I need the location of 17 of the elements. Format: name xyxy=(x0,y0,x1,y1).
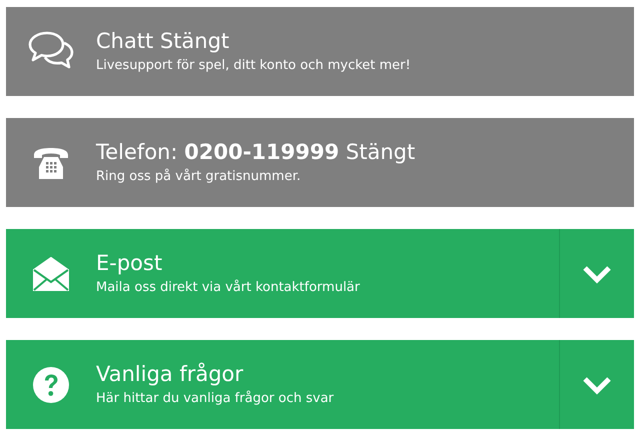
chevron-icon xyxy=(582,264,612,284)
panel-title: Vanliga frågor xyxy=(96,360,244,387)
panel-title: E-post xyxy=(96,250,164,276)
panel-subtitle: Ring oss på vårt gratisnummer. xyxy=(96,168,302,186)
panel-subtitle: Maila oss direkt via vårt kontaktformulär xyxy=(96,278,361,297)
panel-subtitle: Här hittar du vanliga frågor och svar xyxy=(96,390,335,408)
telephone-icon xyxy=(32,146,70,180)
contact-panel[interactable]: Telefon: 0200-119999 Stängt Ring oss på vårt gratisnummer. xyxy=(6,118,634,207)
panel-title: Telefon: 0200-119999 Stängt xyxy=(96,138,416,165)
question-icon xyxy=(32,366,70,404)
envelope-icon xyxy=(33,256,69,290)
panel-title: Chatt Stängt xyxy=(96,28,230,54)
panel-subtitle: Livesupport för spel, ditt konto och mycket mer! xyxy=(96,56,412,75)
chevron-icon xyxy=(582,374,612,394)
contact-panel[interactable]: E-post Maila oss direkt via vårt kontaktformulär xyxy=(6,229,634,318)
contact-panel[interactable]: Chatt Stängt Livesupport för spel, ditt konto och mycket mer! xyxy=(6,7,634,96)
contact-panel[interactable]: Vanliga frågor Här hittar du vanliga frågor och svar xyxy=(6,340,634,429)
